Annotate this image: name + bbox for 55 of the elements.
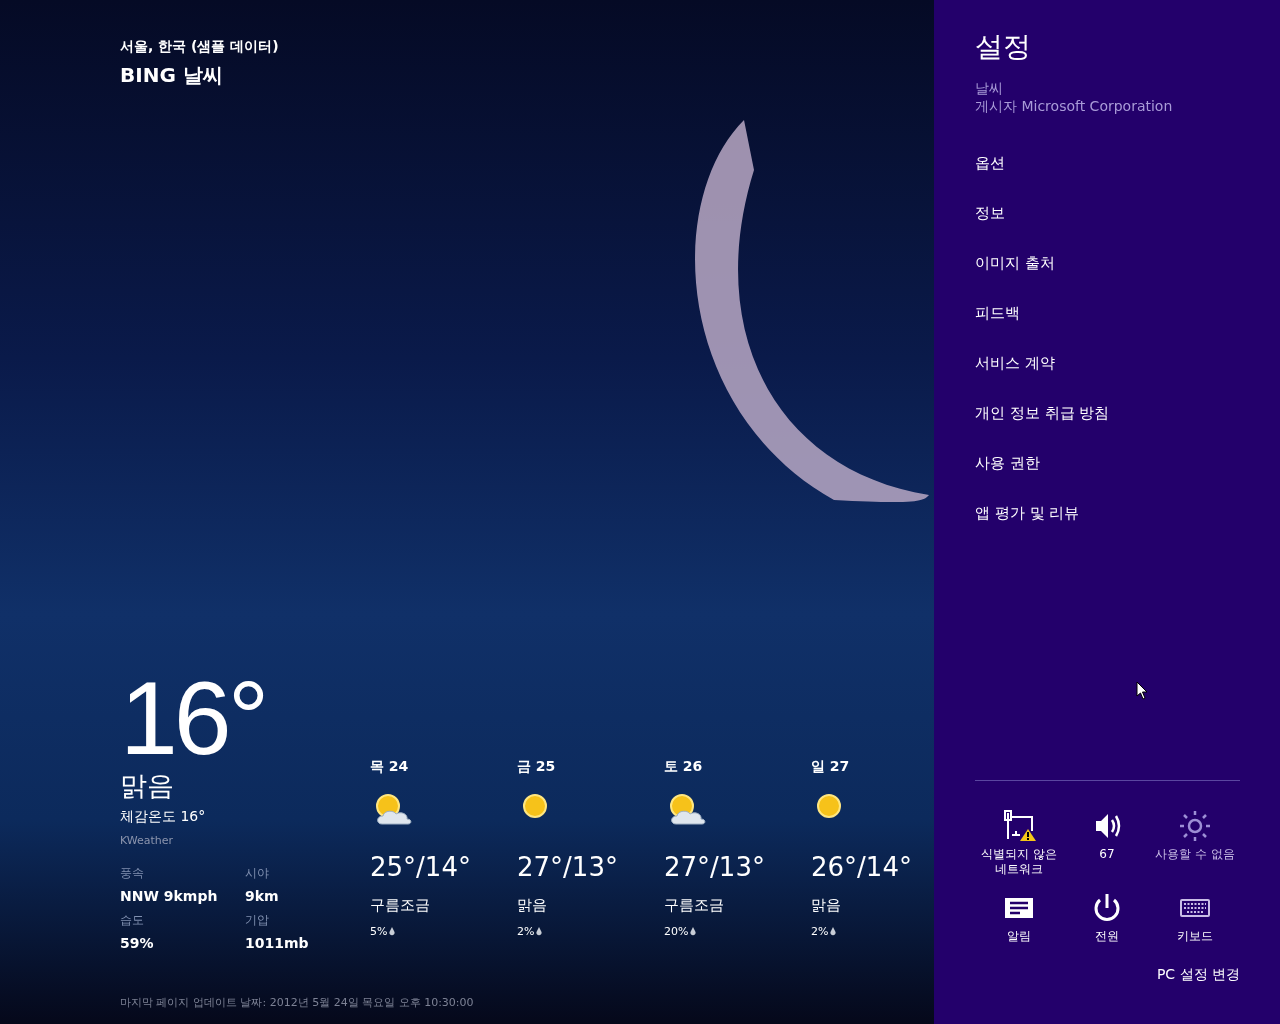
precipitation-value: 2% (811, 925, 829, 938)
current-temperature: 16° (120, 670, 267, 766)
raindrop-icon (690, 927, 697, 936)
publisher-text: 게시자 Microsoft Corporation (975, 98, 1174, 116)
settings-menu-item[interactable]: 사용 권한 (975, 438, 1040, 488)
forecast-condition: 구름조금 (664, 896, 725, 915)
provider-label: KWeather (120, 834, 175, 847)
brightness-icon (1178, 809, 1212, 843)
forecast-temperature: 26°/14° (811, 852, 913, 882)
detail-label: 습도 (120, 912, 145, 929)
forecast-condition: 맑음 (811, 896, 842, 915)
forecast-condition: 구름조금 (370, 896, 431, 915)
precipitation-value: 5% (370, 925, 388, 938)
settings-title: 설정 (975, 29, 1032, 65)
raindrop-icon (389, 927, 396, 936)
forecast-day: 토 26 (664, 758, 811, 776)
quick-setting-button[interactable]: 67 (1063, 809, 1151, 877)
settings-menu-item[interactable]: 개인 정보 취급 방침 (975, 388, 1110, 438)
pc-settings-link[interactable]: PC 설정 변경 (1156, 966, 1240, 984)
precipitation-value: 20% (664, 925, 689, 938)
precipitation-value: 2% (517, 925, 535, 938)
raindrop-icon (536, 927, 543, 936)
current-condition: 맑음 (120, 769, 175, 803)
settings-menu-item[interactable]: 정보 (975, 188, 1005, 238)
forecast-temperature: 27°/13° (517, 852, 619, 882)
detail-value: 9km (245, 888, 280, 904)
settings-menu-item[interactable]: 이미지 출처 (975, 238, 1055, 288)
forecast-temperature: 27°/13° (664, 852, 766, 882)
forecast-temperature: 25°/14° (370, 852, 472, 882)
detail-label: 기압 (245, 912, 270, 929)
network-warning-icon (1002, 809, 1036, 843)
app-name: 날씨 (975, 80, 1004, 98)
app-title: BING 날씨 (120, 62, 224, 89)
detail-value: 59% (120, 935, 155, 951)
settings-menu-item[interactable]: 옵션 (975, 138, 1005, 188)
quick-setting-button[interactable]: 알림 (975, 891, 1063, 944)
detail-value: 1011mb (245, 935, 310, 951)
raindrop-icon (830, 927, 837, 936)
quick-setting-button[interactable]: 식별되지 않은 네트워크 (975, 809, 1063, 877)
settings-menu-item[interactable]: 피드백 (975, 288, 1020, 338)
forecast-condition: 맑음 (517, 896, 548, 915)
location-label: 서울, 한국 (샘플 데이터) (120, 38, 280, 56)
quick-setting-button[interactable]: 전원 (1063, 891, 1151, 944)
settings-menu-item[interactable]: 앱 평가 및 리뷰 (975, 488, 1080, 538)
forecast-day: 일 27 (811, 758, 958, 776)
feels-like-text: 체감온도 16° (120, 808, 207, 826)
detail-value: NNW 9kmph (120, 888, 219, 904)
forecast-day: 목 24 (370, 758, 517, 776)
mouse-cursor-icon (1136, 681, 1148, 700)
detail-label: 풍속 (120, 865, 145, 882)
detail-label: 시야 (245, 865, 270, 882)
last-updated-text: 마지막 페이지 업데이트 날짜: 2012년 5월 24일 목요일 오후 10:30:00 (120, 995, 475, 1010)
quick-setting-button[interactable]: 키보드 (1151, 891, 1239, 944)
settings-menu-item[interactable]: 서비스 계약 (975, 338, 1055, 388)
forecast-day: 금 25 (517, 758, 664, 776)
